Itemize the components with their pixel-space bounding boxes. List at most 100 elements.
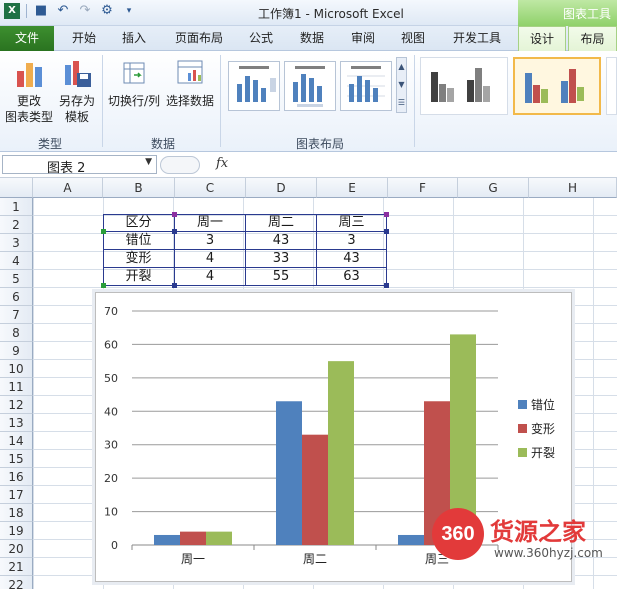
row-header-6[interactable]: 6 [0,288,33,306]
row-header-14[interactable]: 14 [0,432,33,450]
column-header-b[interactable]: B [103,178,175,198]
row-header-4[interactable]: 4 [0,252,33,270]
range-handle[interactable] [384,283,389,288]
row-header-12[interactable]: 12 [0,396,33,414]
quick-access-toolbar: X ■ ↶ ↷ ⚙ ▾ [4,3,137,19]
row-header-17[interactable]: 17 [0,486,33,504]
excel-logo-icon[interactable]: X [4,3,20,19]
range-handle[interactable] [101,229,106,234]
row-header-7[interactable]: 7 [0,306,33,324]
range-handle[interactable] [172,229,177,234]
formula-input[interactable] [236,156,616,174]
row-header-21[interactable]: 21 [0,558,33,576]
row-header-11[interactable]: 11 [0,378,33,396]
row-header-1[interactable]: 1 [0,198,33,216]
selected-data-range [103,214,387,286]
column-header-e[interactable]: E [317,178,388,198]
switch-row-column-button[interactable]: 切换行/列 [106,57,162,109]
legend-label: 错位 [531,397,555,412]
chart-layout-3-thumb[interactable] [340,61,392,111]
chart-layout-1-thumb[interactable] [228,61,280,111]
y-tick-label: 50 [104,372,118,385]
row-header-13[interactable]: 13 [0,414,33,432]
y-tick-label: 30 [104,439,118,452]
tab-developer[interactable]: 开发工具 [442,26,512,51]
bar-错位-周一 [154,534,180,545]
select-data-label: 选择数据 [165,94,214,108]
column-header-h[interactable]: H [529,178,617,198]
range-handle[interactable] [101,283,106,288]
y-tick-label: 70 [104,305,118,318]
legend-swatch-错位 [518,400,527,409]
customize-qat-icon[interactable]: ▾ [121,3,137,19]
row-header-8[interactable]: 8 [0,324,33,342]
chart-tools-context-label: 图表工具 [518,0,617,26]
name-box[interactable]: 图表 2 ▼ [2,155,157,176]
chevron-down-icon[interactable]: ▼ [145,157,152,167]
row-header-15[interactable]: 15 [0,450,33,468]
layout-gallery-scroll[interactable]: ▲ ▼ ☰ [396,57,407,113]
chart-style-next-thumb[interactable] [606,57,617,115]
switch-row-column-icon [118,57,150,89]
group-label-chart-layout: 图表布局 [295,137,344,151]
row-header-2[interactable]: 2 [0,216,33,234]
tab-view[interactable]: 视图 [390,26,436,51]
chart-style-color-thumb[interactable] [513,57,601,115]
range-handle[interactable] [384,229,389,234]
tab-formulas[interactable]: 公式 [238,26,284,51]
row-header-22[interactable]: 22 [0,576,33,589]
chart-style-gray-thumb[interactable] [420,57,508,115]
tab-insert[interactable]: 插入 [110,26,158,51]
ribbon-tab-bar: 文件 开始 插入 页面布局 公式 数据 审阅 视图 开发工具 设计 布局 [0,26,617,52]
chart-layout-2-thumb[interactable] [284,61,336,111]
row-header-19[interactable]: 19 [0,522,33,540]
bar-变形-周二 [302,434,328,545]
change-chart-type-button[interactable]: 更改 图表类型 [4,57,54,125]
ribbon-separator [102,55,103,147]
bar-开裂-周一 [206,531,232,545]
row-header-20[interactable]: 20 [0,540,33,558]
row-header-5[interactable]: 5 [0,270,33,288]
save-template-icon [61,57,93,89]
tab-review[interactable]: 审阅 [340,26,386,51]
change-chart-type-icon [13,57,45,89]
column-header-g[interactable]: G [458,178,529,198]
range-handle[interactable] [384,212,389,217]
ribbon-design-panel: 更改 图表类型 另存为 模板 类型 切换行/列 选择数据 数据 ▲ ▼ ☰ 图表… [0,51,617,152]
x-tick-label: 周一 [181,552,205,566]
tab-data[interactable]: 数据 [288,26,336,51]
watermark-url: www.360hyzj.com [494,546,603,560]
tab-design[interactable]: 设计 [518,26,566,52]
redo-icon[interactable]: ↷ [77,3,93,19]
select-all-corner[interactable] [0,178,33,198]
range-handle[interactable] [172,283,177,288]
undo-icon[interactable]: ↶ [55,3,71,19]
y-tick-label: 0 [111,539,118,552]
tab-layout[interactable]: 布局 [568,26,617,51]
window-title: 工作簿1 - Microsoft Excel [258,7,404,21]
select-data-button[interactable]: 选择数据 [164,57,216,109]
tools-icon[interactable]: ⚙ [99,3,115,19]
column-header-c[interactable]: C [175,178,246,198]
range-handle[interactable] [172,212,177,217]
row-header-10[interactable]: 10 [0,360,33,378]
formula-bar-handle[interactable] [160,156,200,174]
row-header-16[interactable]: 16 [0,468,33,486]
tab-home[interactable]: 开始 [60,26,108,51]
tab-file[interactable]: 文件 [0,26,54,51]
y-tick-label: 20 [104,472,118,485]
column-header-d[interactable]: D [246,178,317,198]
save-as-template-button[interactable]: 另存为 模板 [56,57,98,125]
y-tick-label: 40 [104,405,118,418]
row-header-18[interactable]: 18 [0,504,33,522]
tab-page-layout[interactable]: 页面布局 [164,26,234,51]
row-header-3[interactable]: 3 [0,234,33,252]
x-tick-label: 周二 [303,552,327,566]
group-label-type: 类型 [37,137,62,151]
save-icon[interactable]: ■ [33,3,49,19]
column-header-f[interactable]: F [388,178,458,198]
column-header-a[interactable]: A [33,178,103,198]
insert-function-icon[interactable]: fx [216,156,228,171]
row-header-9[interactable]: 9 [0,342,33,360]
watermark-badge: 360 [432,508,484,560]
